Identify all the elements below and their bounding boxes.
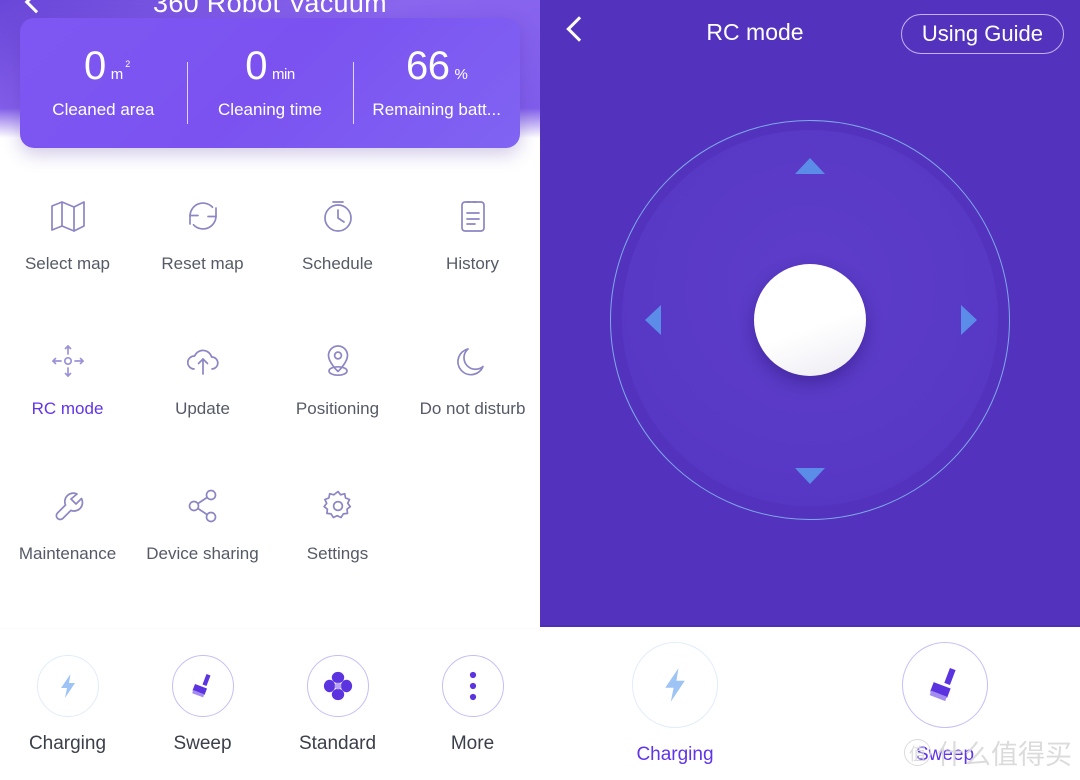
feature-reset-map[interactable]: Reset map (135, 185, 270, 330)
feature-label: Schedule (302, 254, 373, 273)
rc-action-charging[interactable]: Charging (540, 641, 810, 766)
feature-label: Positioning (295, 399, 380, 418)
feature-label: RC mode (31, 399, 104, 418)
feature-label: Select map (24, 254, 111, 273)
rc-action-label: Sweep (915, 743, 975, 765)
stat-remaining-battery: 66 % Remaining batt... (353, 44, 520, 124)
feature-label: Update (175, 399, 230, 418)
feature-select-map[interactable]: Select map (0, 185, 135, 330)
clipboard-icon (452, 185, 494, 247)
share-icon (182, 475, 224, 537)
rc-action-bar: Charging Sweep (540, 625, 1080, 780)
dpad-icon (47, 330, 89, 392)
feature-label: Do not disturb (419, 399, 526, 418)
feature-label: Device sharing (146, 544, 259, 563)
stat-value: 0 (245, 44, 268, 88)
rc-action-label: Charging (636, 743, 714, 765)
feature-do-not-disturb[interactable]: Do not disturb (405, 330, 540, 475)
feature-schedule[interactable]: Schedule (270, 185, 405, 330)
feature-history[interactable]: History (405, 185, 540, 330)
up-arrow-icon[interactable] (795, 158, 825, 174)
stat-label: Cleaned area (52, 100, 155, 119)
rc-stage: RC mode Using Guide (540, 0, 1080, 625)
stats-card: 0 m Cleaned area 0 min Cleaning time 66 … (20, 18, 520, 148)
feature-label: Reset map (161, 254, 244, 273)
feature-label: Settings (306, 544, 369, 563)
action-charging[interactable]: Charging (0, 654, 135, 755)
action-sweep[interactable]: Sweep (135, 654, 270, 755)
stat-value: 0 (83, 44, 106, 88)
more-icon (441, 654, 504, 717)
feature-device-sharing[interactable]: Device sharing (135, 475, 270, 620)
stat-unit: m (111, 60, 130, 82)
app-screenshot: 360 Robot Vacuum 0 m Cleaned area 0 min … (0, 0, 1080, 780)
cloud-upload-icon (182, 330, 224, 392)
rc-mode-panel: RC mode Using Guide Charging Sweep 值 什么值… (540, 0, 1080, 780)
using-guide-button[interactable]: Using Guide (900, 14, 1064, 54)
action-label: More (450, 732, 495, 754)
stat-label: Remaining batt... (372, 100, 501, 119)
page-title: 360 Robot Vacuum (153, 0, 387, 18)
feature-update[interactable]: Update (135, 330, 270, 475)
device-home-panel: 360 Robot Vacuum 0 m Cleaned area 0 min … (0, 0, 540, 780)
bolt-icon (36, 654, 99, 717)
left-action-bar: Charging Sweep Standard More (0, 628, 540, 780)
left-arrow-icon[interactable] (645, 305, 661, 335)
map-icon (47, 185, 89, 247)
action-standard[interactable]: Standard (270, 654, 405, 755)
stat-value-row: 0 min (245, 44, 295, 88)
directional-pad[interactable] (610, 120, 1010, 520)
action-label: Charging (28, 732, 107, 754)
bolt-icon (632, 641, 718, 728)
rc-header: RC mode Using Guide (540, 0, 1080, 66)
feature-label: History (446, 254, 499, 273)
brush-icon (171, 654, 234, 717)
refresh-icon (182, 185, 224, 247)
stat-cleaned-area: 0 m Cleaned area (20, 46, 187, 120)
action-label: Standard (298, 732, 377, 754)
brush-icon (902, 641, 988, 728)
location-pin-icon (317, 330, 359, 392)
gear-icon (317, 475, 359, 537)
stat-value-row: 66 % (406, 44, 468, 88)
stat-cleaning-time: 0 min Cleaning time (186, 44, 354, 124)
rc-action-sweep[interactable]: Sweep (810, 641, 1080, 766)
fan-icon (306, 654, 369, 717)
action-label: Sweep (173, 732, 232, 754)
feature-label: Maintenance (18, 544, 117, 563)
feature-grid: Select map Reset map Schedule History RC… (0, 185, 540, 620)
stat-unit: min (272, 66, 295, 83)
stopwatch-icon (317, 185, 359, 247)
stat-label: Cleaning time (218, 100, 322, 119)
action-more[interactable]: More (405, 654, 540, 755)
stat-unit: % (454, 66, 468, 83)
feature-positioning[interactable]: Positioning (270, 330, 405, 475)
moon-icon (452, 330, 494, 392)
wrench-icon (47, 475, 89, 537)
right-arrow-icon[interactable] (961, 305, 977, 335)
feature-rc-mode[interactable]: RC mode (0, 330, 135, 475)
joystick-knob[interactable] (754, 264, 866, 376)
feature-maintenance[interactable]: Maintenance (0, 475, 135, 620)
feature-settings[interactable]: Settings (270, 475, 405, 620)
stat-value-row: 0 m (83, 44, 130, 88)
stat-value: 66 (406, 44, 450, 88)
down-arrow-icon[interactable] (795, 468, 825, 484)
